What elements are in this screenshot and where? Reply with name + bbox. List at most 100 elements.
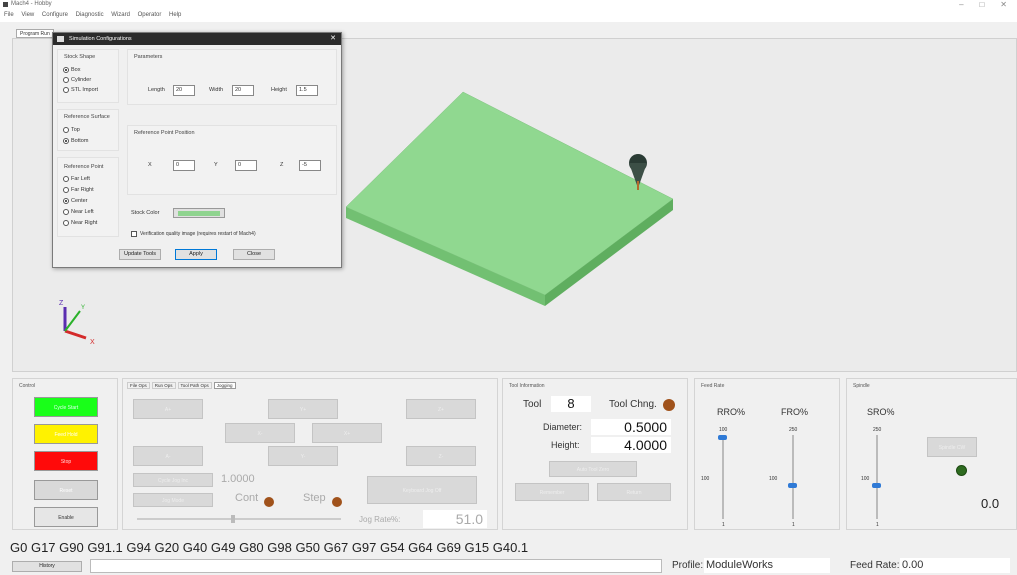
jog-a-minus-button[interactable]: A- — [133, 446, 203, 466]
radio-stl-import[interactable]: STL Import — [63, 87, 98, 93]
width-input[interactable]: 20 — [232, 85, 254, 96]
sro-mid: 100 — [861, 476, 870, 482]
radio-far-left[interactable]: Far Left — [63, 176, 90, 182]
rro-slider[interactable] — [722, 435, 724, 519]
auto-tool-zero-button[interactable]: Auto Tool Zero — [549, 461, 637, 477]
reference-point-title: Reference Point — [64, 164, 104, 170]
reference-position-group: Reference Point Position X 0 Y 0 Z -5 — [127, 125, 337, 195]
simulation-config-dialog: Simulation Configurations ✕ Stock Shape … — [52, 32, 342, 268]
length-input[interactable]: 20 — [173, 85, 195, 96]
control-title: Control — [19, 383, 36, 389]
cycle-jog-inc-button[interactable]: Cycle Jog Inc — [133, 473, 213, 487]
jog-mode-button[interactable]: Jog Mode — [133, 493, 213, 507]
height-input[interactable]: 1.5 — [296, 85, 318, 96]
fro-slider-thumb[interactable] — [788, 483, 797, 489]
radio-far-right[interactable]: Far Right — [63, 187, 94, 193]
window-title: Mach4 - Hobby — [11, 1, 52, 7]
jog-z-minus-button[interactable]: Z- — [406, 446, 476, 466]
spindle-cw-button[interactable]: Spindle CW — [927, 437, 977, 457]
feed-rate-panel: Feed Rate RRO% FRO% 100 250 100 100 1 1 — [694, 378, 840, 530]
jog-x-plus-button[interactable]: X+ — [312, 423, 382, 443]
feed-hold-button[interactable]: Feed Hold — [34, 424, 98, 444]
dialog-close-icon[interactable]: ✕ — [330, 33, 336, 45]
apply-button[interactable]: Apply — [175, 249, 217, 260]
menu-operator[interactable]: Operator — [138, 12, 162, 18]
radio-near-left[interactable]: Near Left — [63, 209, 94, 215]
menu-diagnostic[interactable]: Diagnostic — [76, 12, 104, 18]
jog-z-plus-button[interactable]: Z+ — [406, 399, 476, 419]
jog-x-minus-button[interactable]: X- — [225, 423, 295, 443]
tab-tool-path-ops[interactable]: Tool Path Ops — [177, 382, 212, 389]
slider-thumb[interactable] — [231, 515, 235, 523]
tab-program-run[interactable]: Program Run — [16, 29, 54, 38]
keyboard-jog-button[interactable]: Keyboard Jog Off — [367, 476, 477, 504]
jog-tab-strip: File Ops Run Ops Tool Path Ops Jogging — [127, 382, 236, 389]
jog-rate-value: 51.0 — [423, 510, 487, 528]
radio-dot-icon — [63, 220, 69, 226]
cycle-start-button[interactable]: Cycle Start — [34, 397, 98, 417]
modal-gcode-line: G0 G17 G90 G91.1 G94 G20 G40 G49 G80 G98… — [10, 540, 529, 555]
radio-top[interactable]: Top — [63, 127, 80, 133]
sro-slider-thumb[interactable] — [872, 483, 881, 489]
ref-x-input[interactable]: 0 — [173, 160, 195, 171]
radio-cylinder[interactable]: Cylinder — [63, 77, 91, 83]
jog-y-minus-button[interactable]: Y- — [268, 446, 338, 466]
sro-min: 1 — [876, 522, 879, 528]
tab-jogging[interactable]: Jogging — [213, 382, 236, 389]
diameter-value: 0.5000 — [591, 419, 671, 435]
fro-mid: 100 — [769, 476, 778, 482]
ref-y-input[interactable]: 0 — [235, 160, 257, 171]
fro-label: FRO% — [781, 407, 808, 417]
ref-z-input[interactable]: -5 — [299, 160, 321, 171]
maximize-button[interactable]: □ — [980, 0, 985, 9]
reference-surface-group: Reference Surface Top Bottom — [57, 109, 119, 151]
length-label: Length — [148, 87, 165, 93]
jog-increment: 1.0000 — [221, 473, 255, 485]
radio-near-right[interactable]: Near Right — [63, 220, 97, 226]
mdi-input[interactable] — [90, 559, 662, 573]
stop-button[interactable]: Stop — [34, 451, 98, 471]
sro-slider[interactable] — [876, 435, 878, 519]
tool-change-led-icon — [663, 399, 675, 411]
radio-box[interactable]: Box — [63, 67, 80, 73]
jog-y-plus-button[interactable]: Y+ — [268, 399, 338, 419]
enable-button[interactable]: Enable — [34, 507, 98, 527]
jog-rate-slider[interactable] — [137, 515, 341, 523]
remember-button[interactable]: Remember — [515, 483, 589, 501]
menu-file[interactable]: File — [4, 12, 14, 18]
fro-slider[interactable] — [792, 435, 794, 519]
radio-center[interactable]: Center — [63, 198, 88, 204]
dialog-title: Simulation Configurations — [69, 36, 132, 42]
step-led-icon — [332, 497, 342, 507]
tool-info-title: Tool Information — [509, 383, 545, 389]
axis-triad-icon — [63, 307, 87, 340]
radio-dot-icon — [63, 187, 69, 193]
radio-bottom[interactable]: Bottom — [63, 138, 88, 144]
control-panel: Control Cycle Start Feed Hold Stop Reset… — [12, 378, 118, 530]
minimize-button[interactable]: – — [959, 0, 963, 9]
return-button[interactable]: Return — [597, 483, 671, 501]
rro-slider-thumb[interactable] — [718, 434, 727, 440]
cont-led-icon — [264, 497, 274, 507]
rro-max: 100 — [719, 427, 728, 433]
tab-run-ops[interactable]: Run Ops — [151, 382, 176, 389]
menu-wizard[interactable]: Wizard — [111, 12, 130, 18]
update-tools-button[interactable]: Update Tools — [119, 249, 161, 260]
menu-help[interactable]: Help — [169, 12, 181, 18]
jog-a-plus-button[interactable]: A+ — [133, 399, 203, 419]
reset-button[interactable]: Reset — [34, 480, 98, 500]
feed-rate-value: 0.00 — [900, 558, 1010, 573]
radio-dot-icon — [63, 209, 69, 215]
verification-checkbox[interactable]: Verification quality image (requires res… — [131, 231, 256, 237]
tab-file-ops[interactable]: File Ops — [127, 382, 150, 389]
radio-dot-icon — [63, 87, 69, 93]
menu-configure[interactable]: Configure — [42, 12, 68, 18]
spindle-led-icon — [956, 465, 967, 476]
close-window-button[interactable]: ✕ — [1000, 0, 1007, 9]
radio-dot-icon — [63, 198, 69, 204]
stock-color-picker[interactable] — [173, 208, 225, 218]
history-button[interactable]: History — [12, 561, 82, 572]
profile-value: ModuleWorks — [704, 558, 830, 573]
close-button[interactable]: Close — [233, 249, 275, 260]
menu-view[interactable]: View — [21, 12, 34, 18]
